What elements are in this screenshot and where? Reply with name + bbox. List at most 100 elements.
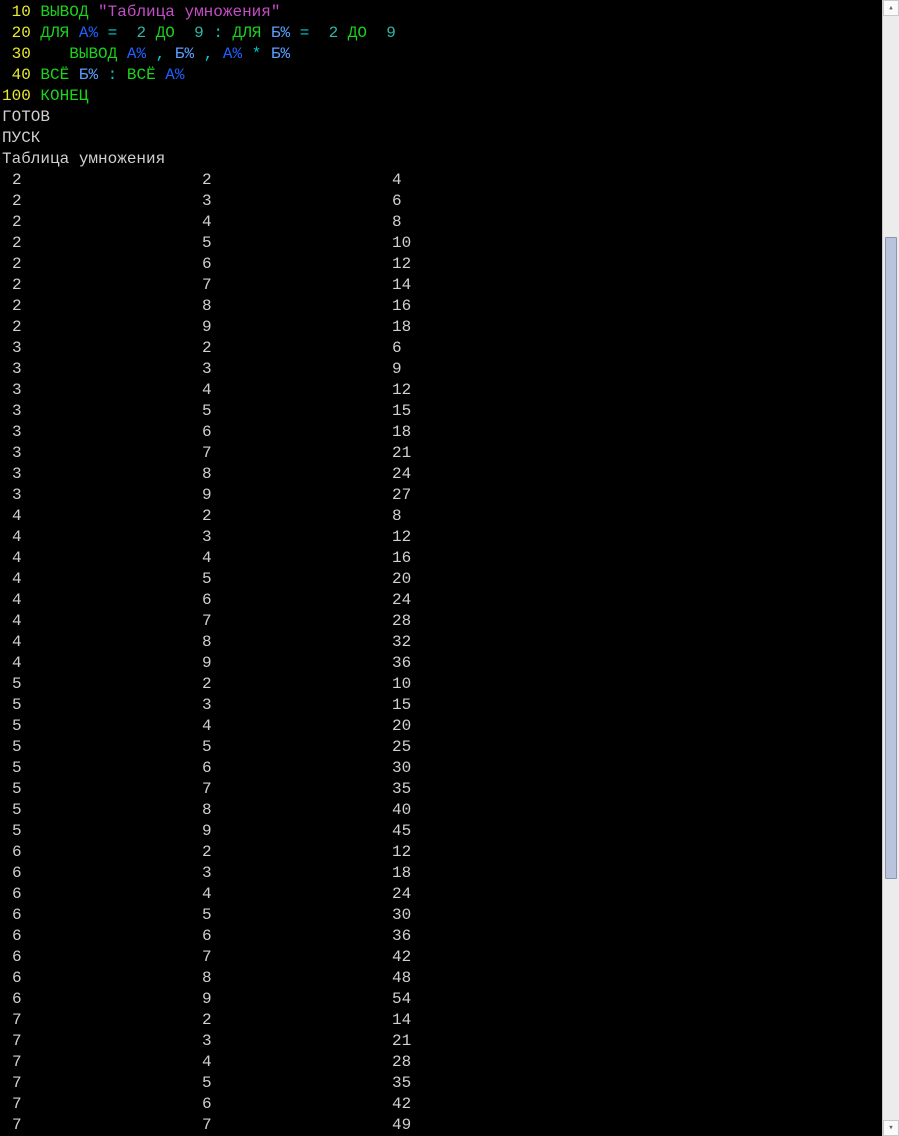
col-product: 35: [382, 779, 411, 800]
terminal-output: 10 ВЫВОД "Таблица умножения" 20 ДЛЯ А% =…: [0, 0, 882, 1136]
col-b: 3: [192, 1031, 382, 1052]
output-row: 6424: [2, 884, 882, 905]
col-product: 9: [382, 359, 402, 380]
output-row: 7535: [2, 1073, 882, 1094]
col-b: 6: [192, 590, 382, 611]
scroll-up-button[interactable]: ▴: [883, 0, 899, 16]
col-a: 3: [2, 338, 192, 359]
col-b: 3: [192, 863, 382, 884]
col-a: 3: [2, 359, 192, 380]
col-product: 21: [382, 443, 411, 464]
col-a: 2: [2, 275, 192, 296]
col-a: 4: [2, 527, 192, 548]
line-number: 10: [2, 3, 31, 21]
col-product: 12: [382, 527, 411, 548]
output-row: 5735: [2, 779, 882, 800]
output-row: 2510: [2, 233, 882, 254]
col-product: 18: [382, 422, 411, 443]
col-b: 5: [192, 737, 382, 758]
col-b: 7: [192, 1115, 382, 1136]
col-a: 5: [2, 758, 192, 779]
col-a: 4: [2, 611, 192, 632]
col-b: 6: [192, 926, 382, 947]
col-product: 27: [382, 485, 411, 506]
col-a: 6: [2, 842, 192, 863]
output-row: 6318: [2, 863, 882, 884]
col-a: 4: [2, 548, 192, 569]
scrollbar-track[interactable]: [883, 16, 899, 1120]
col-product: 42: [382, 947, 411, 968]
col-product: 15: [382, 401, 411, 422]
col-product: 16: [382, 548, 411, 569]
output-row: 236: [2, 191, 882, 212]
col-b: 4: [192, 380, 382, 401]
col-a: 4: [2, 506, 192, 527]
col-b: 4: [192, 884, 382, 905]
output-row: 2714: [2, 275, 882, 296]
col-b: 2: [192, 338, 382, 359]
col-b: 8: [192, 800, 382, 821]
scrollbar-thumb[interactable]: [885, 237, 897, 879]
col-a: 5: [2, 800, 192, 821]
col-b: 9: [192, 317, 382, 338]
output-row: 248: [2, 212, 882, 233]
output-row: 6742: [2, 947, 882, 968]
col-product: 8: [382, 506, 402, 527]
output-row: 6848: [2, 968, 882, 989]
col-a: 6: [2, 989, 192, 1010]
col-b: 5: [192, 233, 382, 254]
col-product: 12: [382, 254, 411, 275]
output-row: 326: [2, 338, 882, 359]
col-a: 2: [2, 254, 192, 275]
output-row: 5210: [2, 674, 882, 695]
output-row: 5525: [2, 737, 882, 758]
line-number: 40: [2, 66, 31, 84]
scroll-down-button[interactable]: ▾: [883, 1120, 899, 1136]
col-a: 3: [2, 401, 192, 422]
code-line: 30 ВЫВОД А% , Б% , А% * Б%: [2, 44, 882, 65]
output-row: 6530: [2, 905, 882, 926]
col-a: 2: [2, 317, 192, 338]
col-a: 4: [2, 590, 192, 611]
col-b: 9: [192, 485, 382, 506]
col-b: 7: [192, 443, 382, 464]
col-product: 25: [382, 737, 411, 758]
col-b: 4: [192, 548, 382, 569]
col-a: 6: [2, 926, 192, 947]
output-row: 4624: [2, 590, 882, 611]
col-a: 5: [2, 821, 192, 842]
line-number: 30: [2, 45, 31, 63]
output-row: 3515: [2, 401, 882, 422]
col-b: 7: [192, 611, 382, 632]
col-a: 4: [2, 653, 192, 674]
col-a: 3: [2, 380, 192, 401]
col-product: 4: [382, 170, 402, 191]
line-number: 100: [2, 87, 31, 105]
col-product: 10: [382, 233, 411, 254]
col-b: 8: [192, 296, 382, 317]
col-a: 6: [2, 947, 192, 968]
output-row: 4728: [2, 611, 882, 632]
output-row: 2612: [2, 254, 882, 275]
col-a: 7: [2, 1073, 192, 1094]
col-a: 5: [2, 779, 192, 800]
col-product: 28: [382, 611, 411, 632]
col-a: 3: [2, 485, 192, 506]
col-b: 8: [192, 464, 382, 485]
col-a: 3: [2, 443, 192, 464]
output-row: 5315: [2, 695, 882, 716]
output-row: 4832: [2, 632, 882, 653]
col-b: 2: [192, 170, 382, 191]
output-row: 4416: [2, 548, 882, 569]
line-number: 20: [2, 24, 31, 42]
col-b: 5: [192, 1073, 382, 1094]
col-b: 7: [192, 779, 382, 800]
status-run: ПУСК: [2, 128, 882, 149]
vertical-scrollbar[interactable]: ▴ ▾: [882, 0, 899, 1136]
col-product: 15: [382, 695, 411, 716]
col-a: 6: [2, 884, 192, 905]
col-b: 8: [192, 632, 382, 653]
col-product: 16: [382, 296, 411, 317]
col-a: 3: [2, 422, 192, 443]
col-b: 2: [192, 1010, 382, 1031]
